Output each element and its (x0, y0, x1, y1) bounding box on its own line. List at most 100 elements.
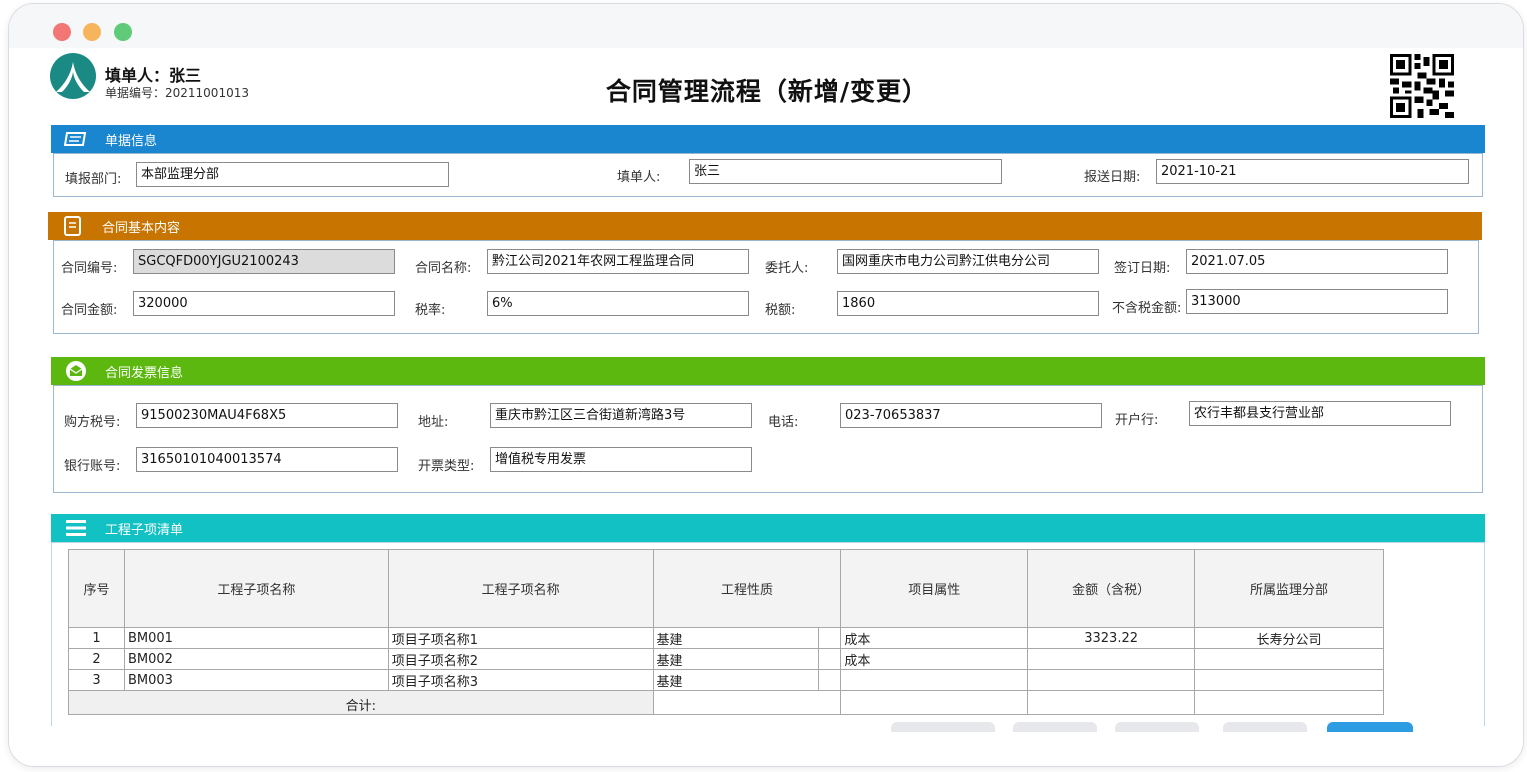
bank-account-label: 银行账号: (64, 459, 121, 474)
action-button-2[interactable] (1013, 722, 1097, 732)
bank-account-field[interactable]: 31650101040013574 (136, 447, 398, 472)
dept-field[interactable]: 本部监理分部 (136, 162, 449, 187)
row-amount[interactable]: 3323.22 (1027, 627, 1196, 649)
row-nature[interactable]: 基建 (652, 669, 820, 691)
address-field[interactable]: 重庆市黔江区三合街道新湾路3号 (490, 403, 752, 428)
document-icon (63, 129, 89, 149)
submit-date-label: 报送日期: (1084, 170, 1141, 185)
submit-date-field[interactable]: 2021-10-21 (1156, 159, 1469, 184)
total-row: 合计: (68, 690, 1384, 715)
col-header-no: 序号 (68, 549, 125, 628)
contract-name-label: 合同名称: (415, 261, 472, 276)
contract-no-field[interactable]: SGCQFD00YJGU2100243 (133, 249, 395, 274)
contract-basic-header: 合同基本内容 (48, 212, 1482, 240)
invoice-type-field[interactable]: 增值税专用发票 (490, 447, 752, 472)
buyer-taxno-label: 购方税号: (64, 415, 121, 430)
row-nature-dropdown[interactable] (818, 669, 842, 691)
contract-name-field[interactable]: 黔江公司2021年农网工程监理合同 (487, 249, 749, 274)
row-attribute[interactable]: 成本 (840, 648, 1029, 670)
invoice-type-label: 开票类型: (418, 459, 475, 474)
invoice-info-title: 合同发票信息 (105, 365, 184, 381)
contract-amount-field[interactable]: 320000 (133, 291, 395, 316)
row-name[interactable]: 项目子项名称2 (387, 648, 654, 670)
pretax-amount-label: 不含税金额: (1112, 301, 1182, 316)
filler-label: 填单人: (617, 170, 661, 185)
row-code[interactable]: BM003 (123, 669, 389, 691)
page-title: 合同管理流程（新增/变更） (605, 77, 929, 106)
col-header-item-name: 工程子项名称 (123, 549, 389, 628)
col-header-nature: 工程性质 (652, 549, 842, 628)
row-attribute[interactable]: 成本 (840, 627, 1029, 649)
items-table-header-row: 序号 工程子项名称 工程子项名称 工程性质 项目属性 金额（含税） 所属监理分部 (68, 549, 1384, 628)
action-button-4[interactable] (1223, 722, 1307, 732)
row-nature-dropdown[interactable] (818, 648, 842, 670)
table-row[interactable]: 1 BM001 项目子项名称1 基建 成本 3323.22 长寿分公司 (68, 627, 1384, 649)
phone-field[interactable]: 023-70653837 (840, 403, 1102, 428)
tax-rate-field[interactable]: 6% (487, 291, 749, 316)
filler-field[interactable]: 张三 (689, 159, 1002, 184)
row-no: 3 (68, 669, 125, 691)
client-label: 委托人: (765, 261, 809, 276)
row-no: 1 (68, 627, 125, 649)
contract-no-label: 合同编号: (61, 261, 118, 276)
row-nature[interactable]: 基建 (652, 627, 820, 649)
total-branch (1194, 690, 1384, 715)
row-code[interactable]: BM002 (123, 648, 389, 670)
sign-date-field[interactable]: 2021.07.05 (1186, 249, 1448, 274)
items-list-title: 工程子项清单 (105, 522, 184, 538)
total-label: 合计: (68, 690, 654, 715)
tax-amount-label: 税额: (765, 303, 796, 318)
col-header-item-name-2: 工程子项名称 (387, 549, 654, 628)
book-icon (60, 216, 86, 236)
total-amount (1027, 690, 1196, 715)
contract-amount-label: 合同金额: (61, 303, 118, 318)
row-no: 2 (68, 648, 125, 670)
col-header-attribute: 项目属性 (840, 549, 1029, 628)
row-amount[interactable] (1027, 669, 1196, 691)
row-code[interactable]: BM001 (123, 627, 389, 649)
pretax-amount-field[interactable]: 313000 (1186, 289, 1448, 314)
bill-info-header: 单据信息 (51, 125, 1485, 153)
total-attribute (840, 690, 1029, 715)
invoice-info-header: 合同发票信息 (51, 357, 1485, 385)
bill-info-title: 单据信息 (105, 133, 158, 149)
row-attribute[interactable] (840, 669, 1029, 691)
row-nature[interactable]: 基建 (652, 648, 820, 670)
qr-code-icon (1390, 54, 1454, 118)
sign-date-label: 签订日期: (1114, 261, 1171, 276)
col-header-amount: 金额（含税） (1027, 549, 1196, 628)
tax-amount-field[interactable]: 1860 (837, 291, 1099, 316)
row-branch[interactable] (1194, 669, 1384, 691)
row-name[interactable]: 项目子项名称3 (387, 669, 654, 691)
row-nature-dropdown[interactable] (818, 627, 842, 649)
row-branch[interactable]: 长寿分公司 (1194, 627, 1384, 649)
table-row[interactable]: 3 BM003 项目子项名称3 基建 (68, 669, 1384, 691)
row-branch[interactable] (1194, 648, 1384, 670)
maximize-window-button[interactable] (114, 23, 132, 41)
address-label: 地址: (418, 415, 449, 430)
items-table: 序号 工程子项名称 工程子项名称 工程性质 项目属性 金额（含税） 所属监理分部… (68, 549, 1384, 715)
row-amount[interactable] (1027, 648, 1196, 670)
minimize-window-button[interactable] (83, 23, 101, 41)
window-titlebar (9, 4, 1523, 48)
client-field[interactable]: 国网重庆市电力公司黔江供电分公司 (837, 249, 1099, 274)
action-button-3[interactable] (1115, 722, 1199, 732)
table-row[interactable]: 2 BM002 项目子项名称2 基建 成本 (68, 648, 1384, 670)
dept-label: 填报部门: (65, 172, 122, 187)
bottom-bar (9, 726, 1523, 766)
close-window-button[interactable] (53, 23, 71, 41)
col-header-branch: 所属监理分部 (1194, 549, 1384, 628)
contract-basic-title: 合同基本内容 (102, 220, 181, 236)
action-button-1[interactable] (891, 722, 995, 732)
phone-label: 电话: (768, 415, 799, 430)
bank-label: 开户行: (1115, 413, 1159, 428)
submit-button[interactable] (1327, 722, 1413, 732)
buyer-taxno-field[interactable]: 91500230MAU4F68X5 (136, 403, 398, 428)
items-list-header: 工程子项清单 (51, 514, 1485, 542)
bank-field[interactable]: 农行丰都县支行营业部 (1189, 401, 1451, 426)
total-nature (652, 690, 842, 715)
row-name[interactable]: 项目子项名称1 (387, 627, 654, 649)
list-icon (63, 518, 89, 538)
app-window: 填单人：张三 单据编号：20211001013 合同管理流程（新增/变更） 单据… (8, 3, 1524, 767)
envelope-icon (63, 361, 89, 381)
